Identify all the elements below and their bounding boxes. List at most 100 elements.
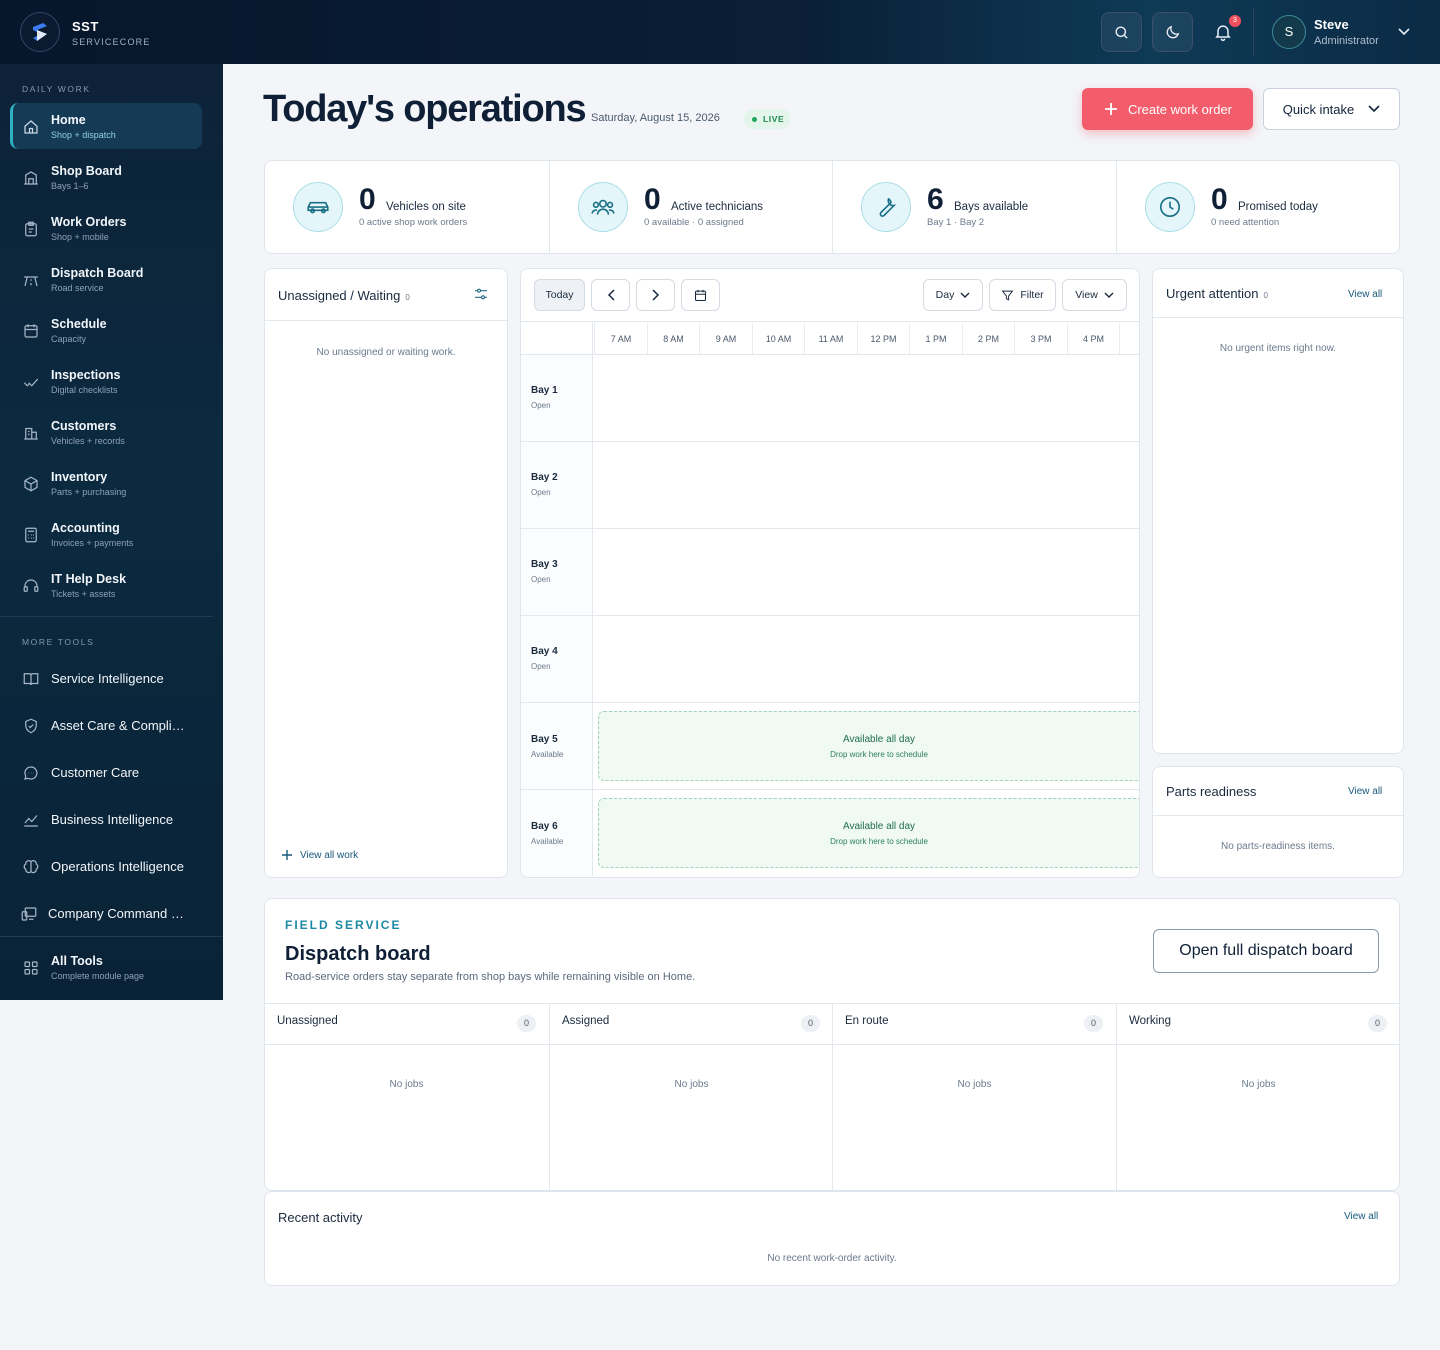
dispatch-column-working[interactable]: Working 0 No jobs	[1116, 1003, 1399, 1190]
sidebar-item-dispatch-board[interactable]: Dispatch Board Road service	[10, 256, 202, 302]
user-role: Administrator	[1314, 35, 1379, 47]
sidebar-item-sub: Invoices + payments	[51, 538, 134, 548]
time-header: 1 PM	[909, 323, 962, 355]
sidebar-item-inventory[interactable]: Inventory Parts + purchasing	[10, 460, 202, 506]
plus-icon	[1104, 103, 1117, 115]
create-work-order-label: Create work order	[1127, 101, 1233, 117]
bay-label: Bay 1 Open	[521, 355, 593, 441]
available-slot-title: Available all day	[842, 734, 916, 745]
unassigned-panel: Unassigned / Waiting 0 No unassigned or w…	[264, 268, 508, 878]
bay-name: Bay 2	[531, 472, 558, 483]
stat-icon-wrap	[1145, 182, 1195, 232]
sidebar-item-shop-board[interactable]: Shop Board Bays 1–6	[10, 154, 202, 200]
create-work-order-button[interactable]: Create work order	[1082, 88, 1253, 130]
bay-label: Bay 4 Open	[521, 616, 593, 702]
chevron-down-icon[interactable]	[1397, 26, 1411, 38]
theme-toggle-button[interactable]	[1152, 12, 1193, 52]
sidebar-item-label: Inspections	[51, 368, 121, 382]
sidebar-item-all-tools[interactable]: All Tools Complete module page	[10, 944, 202, 990]
sidebar-item-schedule[interactable]: Schedule Capacity	[10, 307, 202, 353]
sidebar-item-inspections[interactable]: Inspections Digital checklists	[10, 358, 202, 404]
open-dispatch-board-button[interactable]: Open full dispatch board	[1153, 929, 1379, 973]
sidebar-item-work-orders[interactable]: Work Orders Shop + mobile	[10, 205, 202, 251]
sidebar-item-label: Work Orders	[51, 215, 127, 229]
quick-intake-button[interactable]: Quick intake	[1263, 88, 1400, 130]
avatar[interactable]: S	[1272, 15, 1306, 49]
sidebar-tool-label: Business Intelligence	[51, 812, 174, 827]
sidebar-tool-operations-intelligence[interactable]: Operations Intelligence	[10, 843, 202, 889]
bay-row[interactable]: Bay 3 Open	[521, 528, 1139, 615]
panel-divider	[1153, 815, 1403, 816]
dispatch-column-assigned[interactable]: Assigned 0 No jobs	[549, 1003, 832, 1190]
urgent-view-all-link[interactable]: View all	[1348, 289, 1382, 300]
view-select[interactable]: View	[1062, 279, 1127, 311]
dispatch-column-count: 0	[517, 1015, 536, 1032]
chevron-right-icon	[651, 289, 659, 301]
parts-view-all-link[interactable]: View all	[1348, 786, 1382, 797]
sidebar-item-it-help-desk[interactable]: IT Help Desk Tickets + assets	[10, 562, 202, 608]
time-header: 9 AM	[699, 323, 752, 355]
time-header: 3 PM	[1014, 323, 1067, 355]
bay-name: Bay 5	[531, 734, 558, 745]
logo[interactable]	[20, 12, 60, 52]
date-picker-button[interactable]	[681, 279, 720, 311]
recent-empty: No recent work-order activity.	[767, 1253, 897, 1264]
quick-intake-label: Quick intake	[1282, 101, 1355, 117]
next-day-button[interactable]	[636, 279, 675, 311]
sidebar-tool-asset-care[interactable]: Asset Care & Compliance	[10, 702, 202, 748]
stat-promised[interactable]: 0 Promised today 0 need attention	[1116, 161, 1399, 253]
sidebar-tool-customer-care[interactable]: Customer Care	[10, 749, 202, 795]
bay-label: Bay 6 Available	[521, 790, 593, 876]
sidebar-item-home[interactable]: Home Shop + dispatch	[10, 103, 202, 149]
dispatch-column-unassigned[interactable]: Unassigned 0 No jobs	[265, 1003, 548, 1190]
sidebar-item-accounting[interactable]: Accounting Invoices + payments	[10, 511, 202, 557]
trend-icon	[24, 815, 38, 827]
field-service-label: FIELD SERVICE	[285, 918, 402, 932]
bay-label: Bay 5 Available	[521, 703, 593, 789]
view-all-work-link[interactable]: View all work	[281, 849, 358, 861]
bay-status: Open	[531, 662, 551, 671]
bay-row[interactable]: Bay 4 Open	[521, 615, 1139, 702]
bay-row[interactable]: Bay 6 Available Available all day Drop work…	[521, 789, 1139, 876]
search-icon	[1115, 25, 1128, 39]
user-name[interactable]: Steve	[1314, 17, 1349, 32]
day-select[interactable]: Day	[923, 279, 983, 311]
available-slot[interactable]: Available all day Drop work here to sched…	[598, 711, 1139, 781]
recent-view-all-link[interactable]: View all	[1344, 1211, 1378, 1222]
live-label: LIVE	[763, 114, 785, 124]
stat-vehicles[interactable]: 0 Vehicles on site 0 active shop work or…	[265, 161, 548, 253]
sidebar-item-customers[interactable]: Customers Vehicles + records	[10, 409, 202, 455]
today-button[interactable]: Today	[534, 279, 585, 311]
stat-icon-wrap	[578, 182, 628, 232]
sidebar-item-sub: Digital checklists	[51, 385, 118, 395]
bay-row[interactable]: Bay 5 Available Available all day Drop work…	[521, 702, 1139, 789]
dispatch-column-name: Working	[1129, 1015, 1171, 1027]
bay-status: Available	[531, 837, 564, 846]
view-all-work-label: View all work	[300, 849, 359, 861]
sidebar-tool-business-intelligence[interactable]: Business Intelligence	[10, 796, 202, 842]
building-icon	[24, 171, 38, 185]
search-button[interactable]	[1101, 12, 1142, 52]
filter-button[interactable]: Filter	[989, 279, 1056, 311]
bay-row[interactable]: Bay 1 Open	[521, 354, 1139, 441]
available-slot[interactable]: Available all day Drop work here to sched…	[598, 798, 1139, 868]
sidebar-tool-service-intelligence[interactable]: Service Intelligence	[10, 655, 202, 701]
dispatch-column-en-route[interactable]: En route 0 No jobs	[832, 1003, 1115, 1190]
shield-icon	[25, 718, 37, 734]
bay-name: Bay 1	[531, 385, 558, 396]
time-header: 2 PM	[961, 323, 1015, 355]
dispatch-column-count: 0	[1084, 1015, 1103, 1032]
bay-row[interactable]: Bay 2 Open	[521, 441, 1139, 528]
prev-day-button[interactable]	[591, 279, 630, 311]
sliders-icon[interactable]	[473, 286, 489, 302]
sidebar-item-sub: Complete module page	[51, 971, 145, 981]
dispatch-column-name: Unassigned	[277, 1015, 338, 1027]
bay-label: Bay 2 Open	[521, 442, 593, 528]
sidebar-tool-company-command[interactable]: Company Command Center	[10, 890, 202, 936]
unassigned-title-text: Unassigned / Waiting	[278, 288, 401, 303]
building-icon	[24, 427, 38, 440]
dispatch-board-title: Dispatch board	[285, 943, 431, 965]
unassigned-empty: No unassigned or waiting work.	[316, 347, 456, 358]
stat-bays[interactable]: 6 Bays available Bay 1 · Bay 2	[832, 161, 1115, 253]
stat-technicians[interactable]: 0 Active technicians 0 available · 0 ass…	[549, 161, 832, 253]
